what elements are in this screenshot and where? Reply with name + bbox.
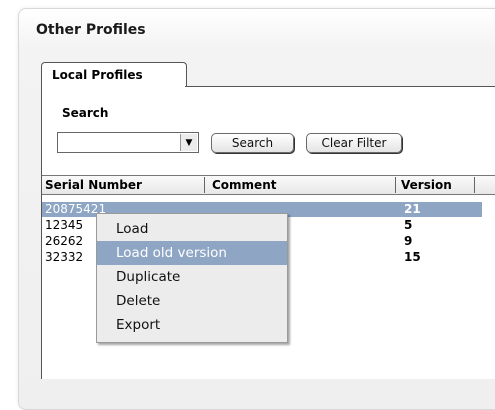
search-label: Search: [62, 106, 109, 120]
menu-item-delete[interactable]: Delete: [97, 289, 287, 313]
column-header-version[interactable]: Version: [401, 178, 452, 192]
tab-label: Local Profiles: [52, 68, 143, 82]
column-divider[interactable]: [474, 177, 475, 193]
context-menu: Load Load old version Duplicate Delete E…: [96, 213, 288, 343]
menu-item-load-old-version[interactable]: Load old version: [97, 241, 287, 265]
column-header-serial[interactable]: Serial Number: [45, 178, 142, 192]
column-header-comment[interactable]: Comment: [212, 178, 276, 192]
menu-item-load[interactable]: Load: [97, 217, 287, 241]
tab-border: [185, 86, 495, 87]
menu-item-export[interactable]: Export: [97, 313, 287, 337]
version-cell: 9: [404, 234, 413, 248]
search-combo[interactable]: ▼: [57, 132, 199, 153]
table-header: Serial Number Comment Version: [42, 175, 495, 195]
serial-cell: 26262: [45, 234, 84, 248]
column-divider[interactable]: [395, 177, 396, 193]
search-button[interactable]: Search: [211, 133, 294, 153]
menu-item-duplicate[interactable]: Duplicate: [97, 265, 287, 289]
version-cell: 21: [404, 202, 421, 216]
tab-local-profiles[interactable]: Local Profiles: [41, 62, 187, 87]
serial-cell: 12345: [45, 218, 84, 232]
version-cell: 5: [404, 218, 413, 232]
version-cell: 15: [404, 250, 421, 264]
clear-filter-button[interactable]: Clear Filter: [306, 133, 402, 153]
serial-cell: 32332: [45, 250, 84, 264]
panel-title: Other Profiles: [36, 22, 146, 38]
column-divider[interactable]: [204, 177, 205, 193]
chevron-down-icon[interactable]: ▼: [180, 134, 197, 151]
